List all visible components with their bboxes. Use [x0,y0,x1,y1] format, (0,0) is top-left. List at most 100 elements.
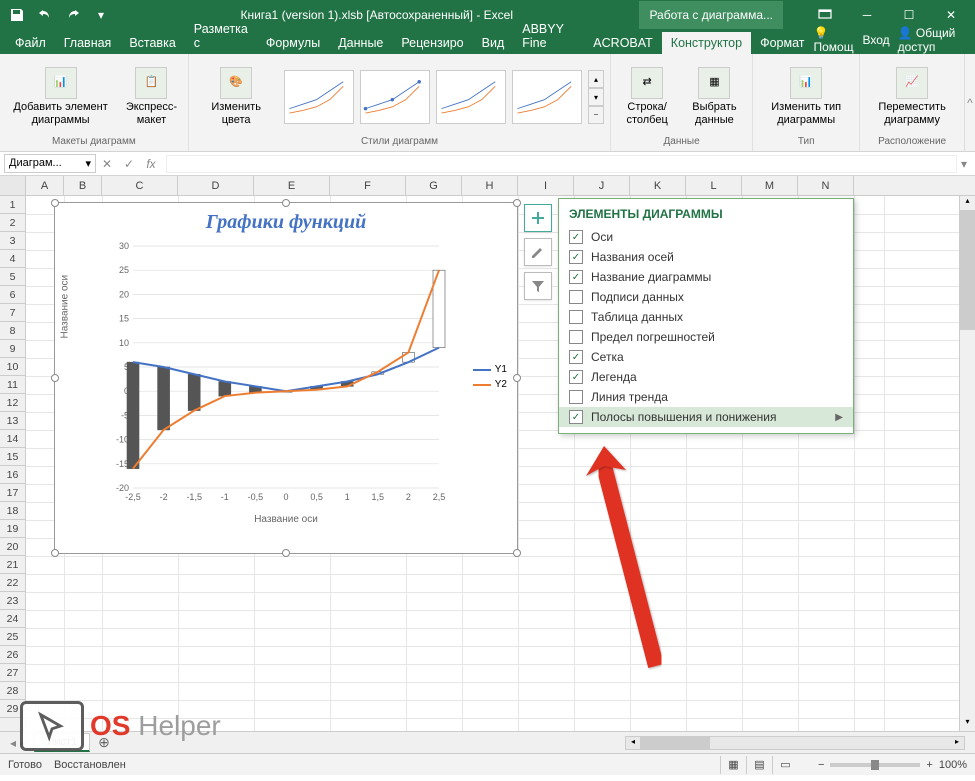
flyout-item-5[interactable]: Предел погрешностей [559,327,853,347]
column-header-H[interactable]: H [462,176,518,195]
tab-formulas[interactable]: Формулы [257,32,329,54]
row-header-4[interactable]: 4 [0,250,25,268]
flyout-item-8[interactable]: Линия тренда [559,387,853,407]
zoom-in-icon[interactable]: + [926,759,932,771]
column-header-E[interactable]: E [254,176,330,195]
row-header-10[interactable]: 10 [0,358,25,376]
flyout-item-9[interactable]: ✓Полосы повышения и понижения▶ [559,407,853,427]
undo-icon[interactable] [32,2,58,28]
collapse-ribbon-icon[interactable]: ^ [964,54,975,151]
vertical-scrollbar[interactable]: ▴ ▾ [959,196,975,731]
column-header-I[interactable]: I [518,176,574,195]
row-header-22[interactable]: 22 [0,574,25,592]
styles-down-icon[interactable]: ▾ [588,88,605,106]
cells-grid[interactable]: Графики функций Название оси -20-15-10-5… [26,196,959,731]
fx-icon[interactable]: fx [140,157,162,171]
column-header-C[interactable]: C [102,176,178,195]
column-header-J[interactable]: J [574,176,630,195]
ribbon-display-options-icon[interactable] [805,2,845,28]
row-header-23[interactable]: 23 [0,592,25,610]
chart-legend[interactable]: Y1 Y2 [473,360,507,394]
flyout-checkbox[interactable]: ✓ [569,230,583,244]
change-colors-button[interactable]: 🎨Изменить цвета [195,65,278,129]
name-box[interactable]: Диаграм...▾ [4,154,96,173]
row-header-28[interactable]: 28 [0,682,25,700]
enter-formula-icon[interactable]: ✓ [118,157,140,171]
row-header-14[interactable]: 14 [0,430,25,448]
tab-insert[interactable]: Вставка [120,32,184,54]
tab-view[interactable]: Вид [473,32,514,54]
flyout-checkbox[interactable] [569,330,583,344]
chart-y-axis-title[interactable]: Название оси [60,275,71,339]
chart-resize-handle[interactable] [513,199,521,207]
chart-resize-handle[interactable] [513,374,521,382]
flyout-checkbox[interactable] [569,310,583,324]
expand-formula-bar-icon[interactable]: ▾ [957,157,971,171]
tab-chart-design[interactable]: Конструктор [662,32,751,54]
row-header-26[interactable]: 26 [0,646,25,664]
save-icon[interactable] [4,2,30,28]
quick-layout-button[interactable]: 📋Экспресс-макет [121,65,182,129]
tab-acrobat[interactable]: ACROBAT [584,32,662,54]
row-header-12[interactable]: 12 [0,394,25,412]
flyout-item-0[interactable]: ✓Оси [559,227,853,247]
chart-style-3[interactable] [436,70,506,124]
chart-resize-handle[interactable] [513,549,521,557]
styles-more-icon[interactable]: ⎯ [588,106,605,124]
flyout-item-3[interactable]: Подписи данных [559,287,853,307]
column-header-M[interactable]: M [742,176,798,195]
horizontal-scrollbar[interactable]: ◂▸ [625,736,965,750]
chart-resize-handle[interactable] [282,199,290,207]
tab-chart-format[interactable]: Формат [751,32,813,54]
styles-up-icon[interactable]: ▴ [588,70,605,88]
chart-style-2[interactable] [360,70,430,124]
chart-filters-button[interactable] [524,272,552,300]
zoom-level[interactable]: 100% [939,759,967,771]
flyout-item-1[interactable]: ✓Названия осей [559,247,853,267]
row-header-25[interactable]: 25 [0,628,25,646]
close-icon[interactable]: ✕ [931,2,971,28]
flyout-checkbox[interactable] [569,390,583,404]
tell-me[interactable]: 💡 Помощ [813,26,854,54]
row-header-20[interactable]: 20 [0,538,25,556]
chart-resize-handle[interactable] [51,374,59,382]
minimize-icon[interactable]: ─ [847,2,887,28]
redo-icon[interactable] [60,2,86,28]
tab-data[interactable]: Данные [329,32,392,54]
chart-x-axis-title[interactable]: Название оси [55,514,517,525]
row-header-3[interactable]: 3 [0,232,25,250]
column-header-B[interactable]: B [64,176,102,195]
flyout-item-4[interactable]: Таблица данных [559,307,853,327]
row-header-1[interactable]: 1 [0,196,25,214]
row-header-21[interactable]: 21 [0,556,25,574]
column-header-F[interactable]: F [330,176,406,195]
row-header-11[interactable]: 11 [0,376,25,394]
chart-resize-handle[interactable] [51,549,59,557]
flyout-item-2[interactable]: ✓Название диаграммы [559,267,853,287]
row-header-6[interactable]: 6 [0,286,25,304]
tab-abbyy[interactable]: ABBYY Fine [513,18,584,54]
switch-row-column-button[interactable]: ⇄Строка/столбец [617,65,677,129]
row-header-9[interactable]: 9 [0,340,25,358]
column-header-A[interactable]: A [26,176,64,195]
qat-dropdown-icon[interactable]: ▾ [88,2,114,28]
row-header-13[interactable]: 13 [0,412,25,430]
chart-resize-handle[interactable] [51,199,59,207]
view-normal-icon[interactable]: ▦ [720,756,746,774]
tab-file[interactable]: Файл [6,32,55,54]
chart-style-1[interactable] [284,70,354,124]
view-page-break-icon[interactable]: ▭ [772,756,798,774]
flyout-checkbox[interactable]: ✓ [569,270,583,284]
zoom-out-icon[interactable]: − [818,759,824,771]
column-header-G[interactable]: G [406,176,462,195]
flyout-checkbox[interactable]: ✓ [569,350,583,364]
row-header-8[interactable]: 8 [0,322,25,340]
tab-page-layout[interactable]: Разметка с [185,18,257,54]
column-header-K[interactable]: K [630,176,686,195]
select-data-button[interactable]: ▦Выбрать данные [683,65,746,129]
cancel-formula-icon[interactable]: ✕ [96,157,118,171]
row-header-16[interactable]: 16 [0,466,25,484]
flyout-checkbox[interactable]: ✓ [569,410,583,424]
share-button[interactable]: 👤 Общий доступ [898,26,967,54]
change-chart-type-button[interactable]: 📊Изменить тип диаграммы [759,65,854,129]
